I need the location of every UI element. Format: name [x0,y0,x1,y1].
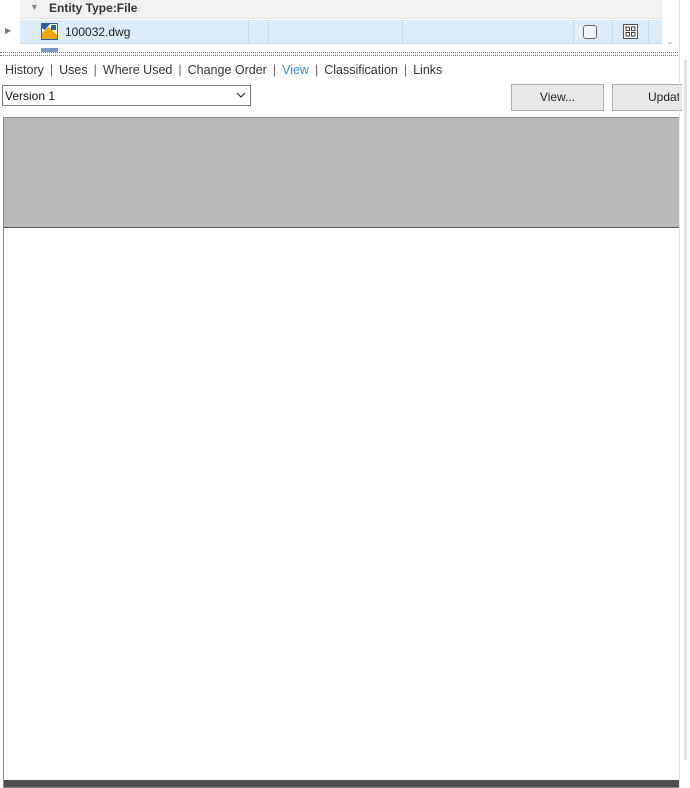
grid-view-icon[interactable] [623,24,638,39]
group-label: Entity Type:File [49,1,138,15]
chevron-down-icon[interactable] [236,90,246,100]
tab-change-order[interactable]: Change Order [188,62,267,78]
column-divider [648,20,649,44]
tab-where-used[interactable]: Where Used [103,62,172,78]
checkbox-icon[interactable] [583,25,597,39]
dwg-file-icon [41,23,58,40]
tab-separator: | [272,63,277,77]
file-viewer[interactable] [3,117,679,788]
viewer-status-bar [4,780,679,787]
tab-separator: | [178,63,182,77]
tab-view[interactable]: View [282,62,309,78]
vertical-scrollbar[interactable] [684,60,687,760]
file-grid: ▼ Entity Type:File ▶ 100032.dwg ⌄ [0,0,674,52]
triangle-down-icon[interactable]: ▼ [30,2,39,12]
column-divider [268,20,269,44]
tab-history[interactable]: History [5,62,44,78]
column-divider [402,20,403,44]
column-divider [248,20,249,44]
column-divider [612,20,613,44]
group-row-entity-type[interactable]: ▼ Entity Type:File [20,0,662,19]
table-row[interactable]: 100032.dwg [20,20,662,44]
viewer-toolbar-area [4,118,679,228]
version-select-value: Version 1 [5,89,56,103]
triangle-right-icon[interactable]: ▶ [5,26,11,35]
detail-tabs: History | Uses | Where Used | Change Ord… [5,62,442,78]
table-row-partial[interactable] [20,45,662,52]
tab-separator: | [93,63,97,77]
update-button[interactable]: Updat [612,84,682,111]
panel-border [679,0,680,788]
chevron-down-icon[interactable]: ⌄ [664,36,676,48]
tab-separator: | [49,63,54,77]
pane-splitter[interactable] [0,52,680,56]
version-select[interactable]: Version 1 [2,85,251,106]
tab-separator: | [403,63,408,77]
tab-classification[interactable]: Classification [324,62,398,78]
tab-separator: | [314,63,319,77]
file-name[interactable]: 100032.dwg [65,24,130,40]
view-button[interactable]: View... [511,84,604,111]
tab-links[interactable]: Links [413,62,442,78]
column-divider [573,20,574,44]
tab-uses[interactable]: Uses [59,62,87,78]
